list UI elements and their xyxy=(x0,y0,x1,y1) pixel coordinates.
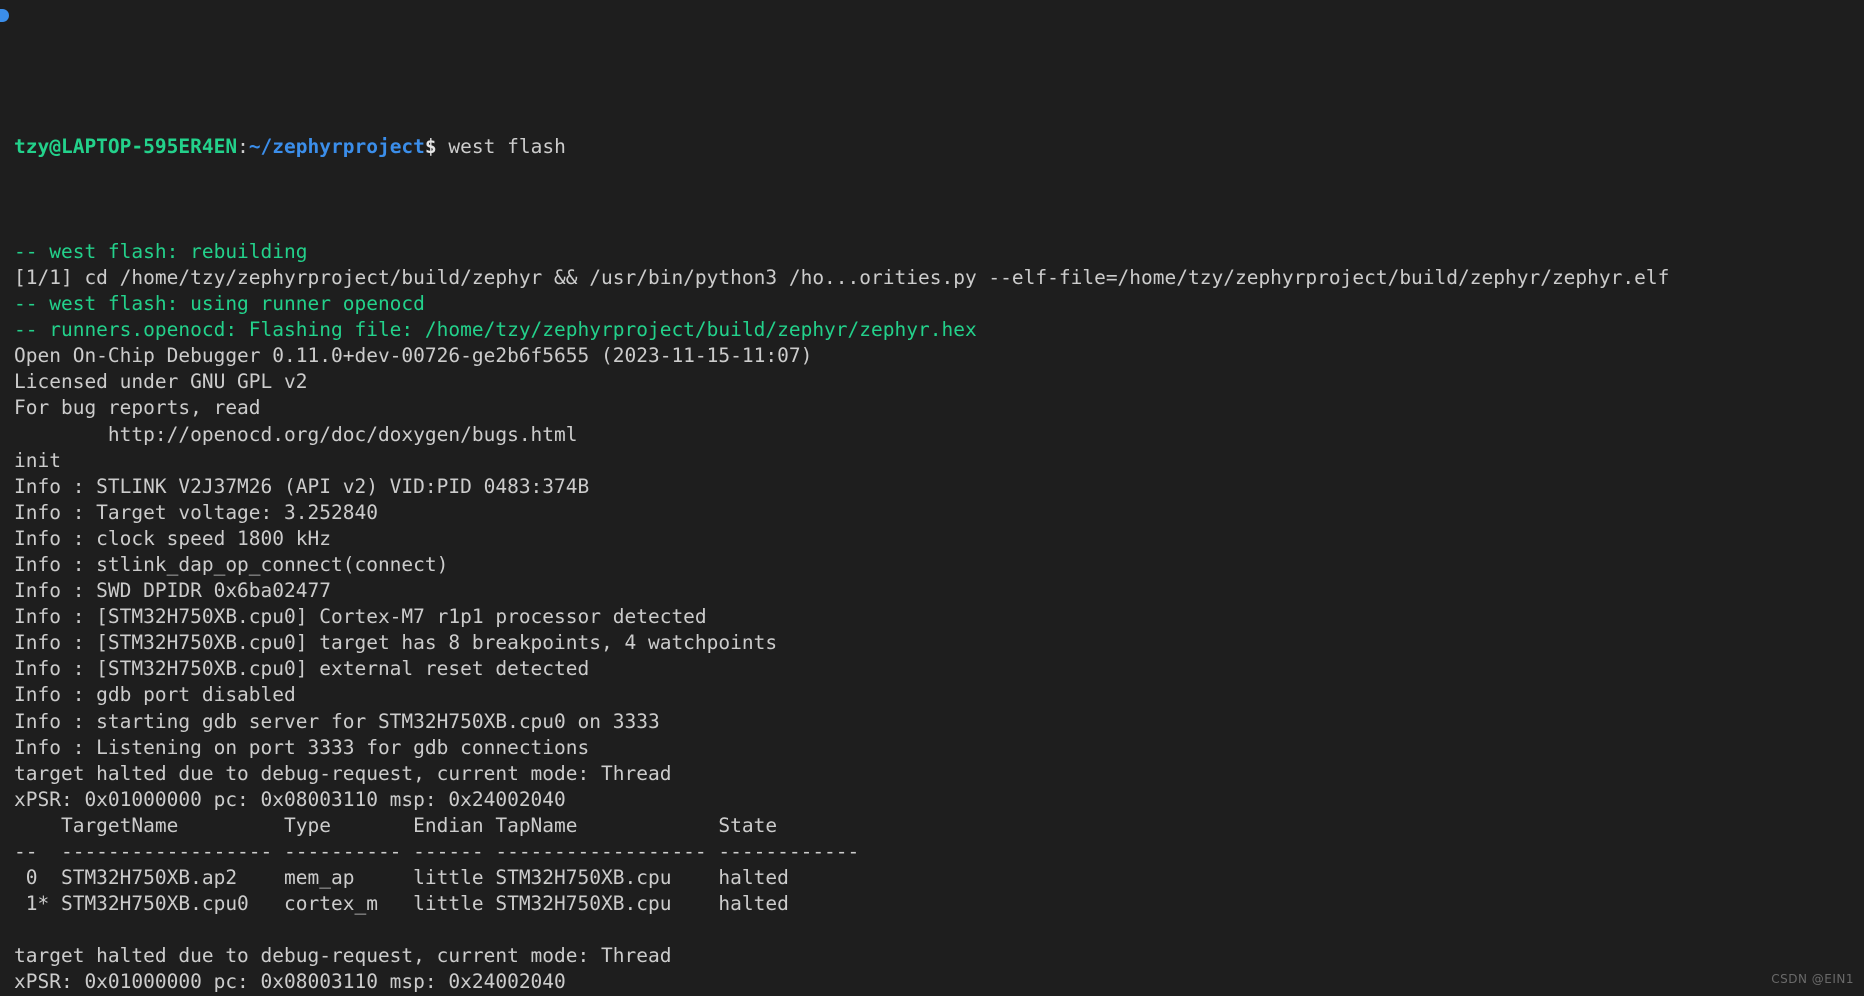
terminal-line-text: http://openocd.org/doc/doxygen/bugs.html xyxy=(14,422,578,446)
terminal-line-text: Licensed under GNU GPL v2 xyxy=(14,370,308,394)
terminal-line-text: target halted due to debug-request, curr… xyxy=(14,944,672,968)
prompt-sigil: $ xyxy=(424,135,437,159)
terminal-line-text: target halted due to debug-request, curr… xyxy=(14,761,672,785)
prompt-line: tzy@LAPTOP-595ER4EN:~/zephyrproject$ wes… xyxy=(14,134,1864,160)
prompt-path: ~/zephyrproject xyxy=(248,135,425,159)
terminal-line: -- west flash: rebuilding xyxy=(14,239,1864,265)
terminal-line-text: xPSR: 0x01000000 pc: 0x08003110 msp: 0x2… xyxy=(14,787,566,811)
terminal-line: xPSR: 0x01000000 pc: 0x08003110 msp: 0x2… xyxy=(14,787,1864,813)
prompt-indicator-dot xyxy=(0,9,9,22)
terminal-line-text: Info : SWD DPIDR 0x6ba02477 xyxy=(14,579,331,603)
terminal-line-text: -- west flash: using runner openocd xyxy=(14,292,425,316)
terminal-line-text: -- runners.openocd: Flashing file: /home… xyxy=(14,318,977,342)
terminal-line-text: Open On-Chip Debugger 0.11.0+dev-00726-g… xyxy=(14,344,813,368)
terminal-line: -- ------------------ ---------- ------ … xyxy=(14,839,1864,865)
terminal-line-text: 0 STM32H750XB.ap2 mem_ap little STM32H75… xyxy=(14,866,789,890)
terminal-line: Info : [STM32H750XB.cpu0] Cortex-M7 r1p1… xyxy=(14,604,1864,630)
terminal-line-text: -- ------------------ ---------- ------ … xyxy=(14,840,860,863)
terminal-line: http://openocd.org/doc/doxygen/bugs.html xyxy=(14,422,1864,448)
terminal-line-text: Info : [STM32H750XB.cpu0] external reset… xyxy=(14,657,590,681)
terminal-line-text: Info : STLINK V2J37M26 (API v2) VID:PID … xyxy=(14,474,590,498)
terminal-line-text: For bug reports, read xyxy=(14,396,261,420)
terminal-line-text: -- west flash: rebuilding xyxy=(14,239,308,263)
terminal-line: Info : SWD DPIDR 0x6ba02477 xyxy=(14,578,1864,604)
terminal-line-text: Info : [STM32H750XB.cpu0] target has 8 b… xyxy=(14,631,778,655)
prompt-user-host: tzy@LAPTOP-595ER4EN xyxy=(14,135,238,159)
terminal-line: TargetName Type Endian TapName State xyxy=(14,813,1864,839)
terminal-line-text: Info : gdb port disabled xyxy=(14,683,296,707)
terminal-line: Info : Target voltage: 3.252840 xyxy=(14,500,1864,526)
terminal-line: Info : STLINK V2J37M26 (API v2) VID:PID … xyxy=(14,474,1864,500)
terminal-line-text: Info : Target voltage: 3.252840 xyxy=(14,500,378,524)
prompt-colon: : xyxy=(237,135,249,159)
terminal-line-text: init xyxy=(14,448,61,472)
terminal-line-text: Info : stlink_dap_op_connect(connect) xyxy=(14,552,449,576)
terminal-line: [1/1] cd /home/tzy/zephyrproject/build/z… xyxy=(14,265,1864,291)
terminal-line: init xyxy=(14,448,1864,474)
prompt-command: west flash xyxy=(436,135,566,159)
terminal-line: target halted due to debug-request, curr… xyxy=(14,943,1864,969)
terminal-line-text: [1/1] cd /home/tzy/zephyrproject/build/z… xyxy=(14,265,1670,289)
terminal-line-text: Info : clock speed 1800 kHz xyxy=(14,526,331,550)
terminal-line: Info : stlink_dap_op_connect(connect) xyxy=(14,552,1864,578)
terminal-line-text: Info : [STM32H750XB.cpu0] Cortex-M7 r1p1… xyxy=(14,605,707,629)
terminal-line: xPSR: 0x01000000 pc: 0x08003110 msp: 0x2… xyxy=(14,969,1864,995)
terminal-line: Info : clock speed 1800 kHz xyxy=(14,526,1864,552)
watermark: CSDN @EIN1 xyxy=(1771,971,1854,986)
terminal-line: Info : gdb port disabled xyxy=(14,682,1864,708)
terminal-window[interactable]: tzy@LAPTOP-595ER4EN:~/zephyrproject$ wes… xyxy=(0,0,1864,996)
terminal-line-text: TargetName Type Endian TapName State xyxy=(14,813,860,837)
terminal-line: Info : [STM32H750XB.cpu0] target has 8 b… xyxy=(14,630,1864,656)
terminal-line: Info : Listening on port 3333 for gdb co… xyxy=(14,735,1864,761)
terminal-line: Info : starting gdb server for STM32H750… xyxy=(14,709,1864,735)
terminal-line: -- runners.openocd: Flashing file: /home… xyxy=(14,317,1864,343)
terminal-line-text: xPSR: 0x01000000 pc: 0x08003110 msp: 0x2… xyxy=(14,970,566,994)
terminal-line: For bug reports, read xyxy=(14,395,1864,421)
terminal-output: -- west flash: rebuilding [1/1] cd /home/… xyxy=(14,239,1864,996)
terminal-line: 1* STM32H750XB.cpu0 cortex_m little STM3… xyxy=(14,891,1864,917)
terminal-line: Info : [STM32H750XB.cpu0] external reset… xyxy=(14,656,1864,682)
terminal-line-text: Info : Listening on port 3333 for gdb co… xyxy=(14,735,590,759)
terminal-line: Licensed under GNU GPL v2 xyxy=(14,369,1864,395)
terminal-line: Open On-Chip Debugger 0.11.0+dev-00726-g… xyxy=(14,343,1864,369)
terminal-line: -- west flash: using runner openocd xyxy=(14,291,1864,317)
terminal-line: target halted due to debug-request, curr… xyxy=(14,761,1864,787)
terminal-line-text: 1* STM32H750XB.cpu0 cortex_m little STM3… xyxy=(14,892,789,916)
terminal-line: 0 STM32H750XB.ap2 mem_ap little STM32H75… xyxy=(14,865,1864,891)
terminal-line-text: Info : starting gdb server for STM32H750… xyxy=(14,709,660,733)
